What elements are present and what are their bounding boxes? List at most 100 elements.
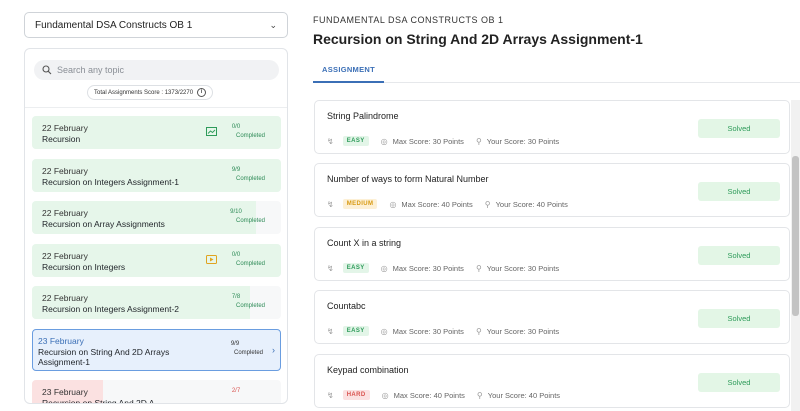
item-title: Recursion on Integers Assignment-1	[42, 176, 180, 187]
item-status: Completed	[235, 218, 265, 224]
problem-card[interactable]: Count X in a string ↯ EASY ◎ Max Score: …	[314, 227, 790, 281]
your-score: Your Score: 40 Points	[487, 390, 561, 400]
item-title: Recursion on Integers	[42, 261, 126, 272]
item-date: 23 February	[38, 335, 84, 346]
difficulty-badge: EASY	[342, 326, 369, 336]
item-date: 23 February	[42, 387, 88, 397]
search-bar[interactable]	[34, 60, 279, 80]
problem-meta: ↯ MEDIUM ◎ Max Score: 40 Points ⚲ Your S…	[327, 199, 580, 209]
max-score: Max Score: 30 Points	[392, 263, 464, 273]
page-title: Recursion on String And 2D Arrays Assign…	[313, 31, 643, 47]
sidebar-item[interactable]: 23 February Recursion on String And 2D Ar…	[32, 328, 281, 371]
item-title: Recursion on String And 2D Arrays Assign…	[38, 346, 170, 367]
max-score: Max Score: 30 Points	[392, 136, 464, 146]
problem-name: Count X in a string	[327, 238, 402, 248]
problem-meta: ↯ HARD ◎ Max Score: 40 Points ⚲ Your Sco…	[327, 390, 572, 400]
topic-list: 22 February Recursion 0/0 Completed 22 Febru…	[32, 116, 281, 404]
problem-name: Keypad combination	[327, 365, 409, 375]
item-title: Recursion on Integers Assignment-2	[42, 304, 180, 314]
trophy-icon: ⚲	[484, 199, 491, 209]
difficulty-badge: EASY	[342, 136, 369, 146]
slides-icon	[206, 127, 217, 136]
search-icon	[42, 65, 52, 75]
item-count: 7/8	[231, 294, 241, 300]
breadcrumb: FUNDAMENTAL DSA CONSTRUCTS OB 1	[313, 15, 504, 25]
target-icon: ◎	[380, 136, 388, 146]
solved-button[interactable]: Solved	[698, 246, 780, 265]
trophy-icon: ⚲	[475, 263, 482, 273]
item-title: Recursion on String And 2D A	[42, 398, 155, 404]
total-score-text: Total Assignments Score : 1373/2270	[94, 89, 194, 96]
bolt-icon: ↯	[327, 263, 334, 273]
difficulty-badge: MEDIUM	[342, 199, 378, 209]
bolt-icon: ↯	[327, 136, 334, 146]
search-input[interactable]	[57, 65, 257, 75]
item-count: 9/10	[230, 209, 242, 215]
item-title: Recursion on Array Assignments	[42, 219, 165, 229]
item-count: 9/9	[231, 166, 241, 173]
target-icon: ◎	[380, 326, 388, 336]
bolt-icon: ↯	[327, 390, 334, 400]
problem-card[interactable]: Keypad combination ↯ HARD ◎ Max Score: 4…	[314, 354, 790, 408]
divider	[25, 107, 287, 108]
bolt-icon: ↯	[327, 326, 334, 336]
your-score: Your Score: 30 Points	[486, 326, 560, 336]
item-count: 0/0	[231, 124, 241, 130]
target-icon: ◎	[380, 263, 388, 273]
tab-assignment[interactable]: ASSIGNMENT	[313, 57, 385, 83]
item-status: Completed	[235, 175, 265, 182]
sidebar-item[interactable]: 22 February Recursion 0/0 Completed	[32, 116, 281, 149]
target-icon: ◎	[381, 390, 389, 400]
info-icon[interactable]: i	[197, 88, 207, 97]
item-date: 22 February	[42, 293, 88, 303]
sidebar-item[interactable]: 23 February Recursion on String And 2D A 2…	[32, 380, 281, 404]
sidebar-item[interactable]: 22 February Recursion on Integers Assignm…	[32, 286, 281, 319]
target-icon: ◎	[389, 199, 397, 209]
course-select-value: Fundamental DSA Constructs OB 1	[35, 19, 193, 31]
topic-sidebar: Total Assignments Score : 1373/2270 i 22…	[24, 48, 288, 404]
difficulty-badge: EASY	[342, 263, 369, 273]
max-score: Max Score: 40 Points	[393, 390, 465, 400]
scrollbar-thumb[interactable]	[792, 156, 799, 316]
chevron-right-icon: ›	[272, 344, 275, 355]
item-count: 9/9	[230, 340, 240, 347]
max-score: Max Score: 30 Points	[392, 326, 464, 336]
tab-bar: ASSIGNMENT	[313, 57, 800, 83]
item-status: Completed	[235, 133, 265, 139]
your-score: Your Score: 30 Points	[486, 263, 560, 273]
problem-card[interactable]: Number of ways to form Natural Number ↯ …	[314, 163, 790, 217]
trophy-icon: ⚲	[475, 326, 482, 336]
item-count: 0/0	[231, 251, 241, 258]
solved-button[interactable]: Solved	[698, 309, 780, 328]
video-icon	[206, 254, 217, 264]
problem-meta: ↯ EASY ◎ Max Score: 30 Points ⚲ Your Sco…	[327, 136, 571, 146]
bolt-icon: ↯	[327, 199, 334, 209]
sidebar-item[interactable]: 22 February Recursion on Integers Assignm…	[32, 158, 281, 192]
solved-button[interactable]: Solved	[698, 119, 780, 138]
item-date: 22 February	[42, 165, 88, 176]
solved-button[interactable]: Solved	[698, 182, 780, 201]
item-title: Recursion	[42, 134, 81, 144]
item-status: Completed	[235, 260, 265, 267]
max-score: Max Score: 40 Points	[401, 199, 473, 209]
sidebar-item[interactable]: 22 February Recursion on Integers 0/0 Compl…	[32, 243, 281, 277]
item-date: 22 February	[42, 208, 88, 218]
problem-meta: ↯ EASY ◎ Max Score: 30 Points ⚲ Your Sco…	[327, 326, 571, 336]
chevron-down-icon: ⌄	[269, 19, 277, 30]
solved-button[interactable]: Solved	[698, 373, 780, 392]
your-score: Your Score: 40 Points	[495, 199, 568, 209]
trophy-icon: ⚲	[476, 390, 483, 400]
problem-name: Countabc	[327, 301, 366, 311]
sidebar-item[interactable]: 22 February Recursion on Array Assignment…	[32, 201, 281, 234]
total-score-badge: Total Assignments Score : 1373/2270 i	[87, 85, 214, 100]
item-date: 22 February	[42, 250, 88, 261]
problem-list: String Palindrome ↯ EASY ◎ Max Score: 30…	[313, 100, 800, 411]
item-date: 22 February	[42, 123, 88, 133]
your-score: Your Score: 30 Points	[486, 136, 560, 146]
course-select[interactable]: Fundamental DSA Constructs OB 1 ⌄	[24, 12, 288, 38]
item-count: 2/7	[231, 388, 241, 394]
item-status: Completed	[235, 303, 265, 309]
problem-name: String Palindrome	[327, 111, 399, 121]
problem-card[interactable]: Countabc ↯ EASY ◎ Max Score: 30 Points ⚲…	[314, 290, 790, 344]
problem-card[interactable]: String Palindrome ↯ EASY ◎ Max Score: 30…	[314, 100, 790, 154]
